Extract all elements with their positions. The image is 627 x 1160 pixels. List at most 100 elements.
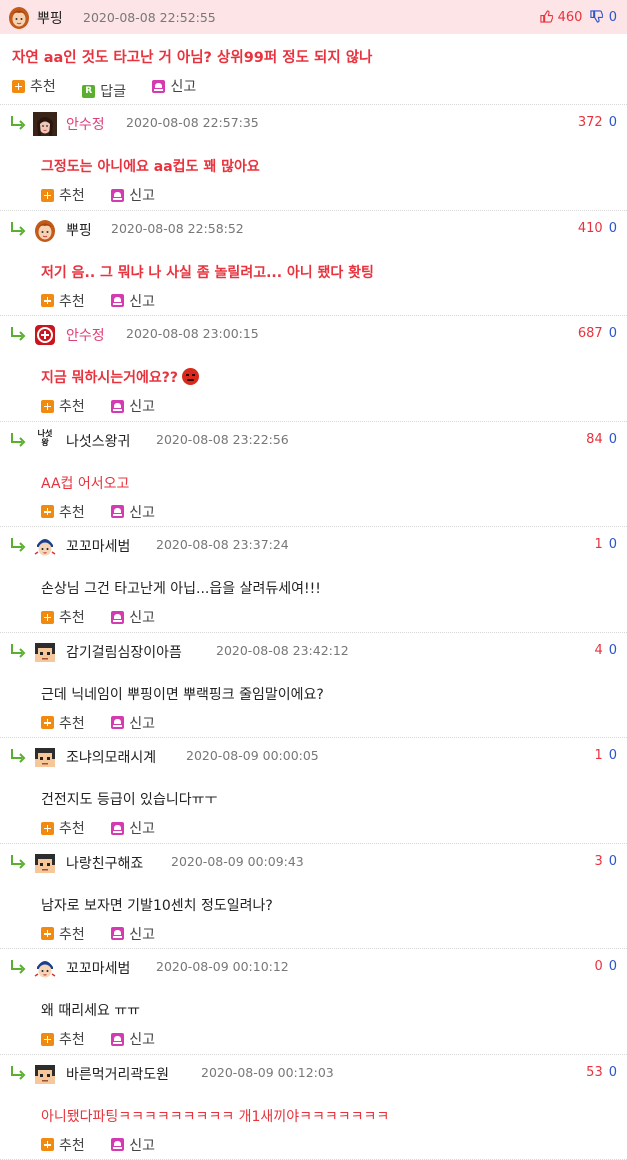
thumbs-down-icon[interactable] (590, 10, 603, 23)
report-button[interactable]: 신고 (111, 291, 155, 311)
reply-upvote-count[interactable]: 687 (578, 326, 603, 341)
reply-arrow-icon (9, 1065, 27, 1081)
plus-icon (12, 80, 25, 93)
top-downvote-count: 0 (609, 10, 617, 25)
reply-actions: 추천 신고 (41, 185, 177, 206)
report-button[interactable]: 신고 (111, 818, 155, 838)
recommend-button[interactable]: 추천 (41, 818, 85, 838)
reply-upvote-count[interactable]: 1 (594, 537, 602, 552)
plus-icon (41, 927, 54, 940)
avatar-boy-cartoon-icon (33, 956, 57, 980)
thumbs-up-icon[interactable] (540, 10, 553, 23)
reply-downvote-count[interactable]: 0 (609, 854, 617, 869)
reply-downvote-count[interactable]: 0 (609, 326, 617, 341)
reply-nickname[interactable]: 안수정 (66, 114, 105, 134)
report-button[interactable]: 신고 (111, 396, 155, 416)
reply-votes: 410 0 (578, 221, 617, 236)
report-button[interactable]: 신고 (111, 924, 155, 944)
reply-button[interactable]: R답글 (82, 81, 126, 101)
reply-date: 2020-08-09 00:12:03 (201, 1065, 334, 1080)
reply-nickname[interactable]: 뿌핑 (66, 220, 92, 240)
avatar-girl-cartoon-icon (33, 218, 57, 242)
recommend-button[interactable]: 추천 (41, 924, 85, 944)
reply-downvote-count[interactable]: 0 (609, 959, 617, 974)
recommend-button[interactable]: 추천 (41, 185, 85, 205)
reply-upvote-count[interactable]: 0 (594, 959, 602, 974)
report-label: 신고 (129, 607, 155, 627)
reply-upvote-count[interactable]: 4 (594, 643, 602, 658)
reply-nickname[interactable]: 바른먹거리곽도원 (66, 1064, 169, 1084)
reply-votes: 40 (594, 643, 617, 658)
reply-nickname[interactable]: 꼬꼬마세범 (66, 958, 130, 978)
recommend-button[interactable]: 추천 (41, 396, 85, 416)
reply-upvote-count[interactable]: 84 (586, 432, 603, 447)
reply-actions: 추천 신고 (41, 1029, 177, 1050)
report-button[interactable]: 신고 (111, 713, 155, 733)
reply-header: 꼬꼬마세범 2020-08-08 23:37:24 10 (0, 527, 627, 563)
reply-text: 왜 때리세요 ㅠㅠ (41, 1000, 140, 1020)
reply-actions: 추천 신고 (41, 291, 177, 312)
reply-downvote-count[interactable]: 0 (609, 115, 617, 130)
recommend-label: 추천 (59, 396, 85, 416)
reply-date: 2020-08-09 00:09:43 (171, 854, 304, 869)
reply-downvote-count[interactable]: 0 (609, 1065, 617, 1080)
reply-upvote-count[interactable]: 53 (586, 1065, 603, 1080)
report-button[interactable]: 신고 (111, 607, 155, 627)
angry-face-icon (182, 368, 199, 385)
recommend-button[interactable]: 추천 (41, 607, 85, 627)
report-button[interactable]: 신고 (111, 502, 155, 522)
reply-header: 조냐의모래시계 2020-08-09 00:00:05 10 (0, 738, 627, 774)
recommend-button[interactable]: 추천 (41, 1029, 85, 1049)
reply-downvote-count[interactable]: 0 (609, 221, 617, 236)
reply-nickname[interactable]: 나랑친구해죠 (66, 853, 143, 873)
reply-downvote-count[interactable]: 0 (609, 537, 617, 552)
recommend-button[interactable]: 추천 (41, 291, 85, 311)
top-nickname[interactable]: 뿌핑 (37, 8, 63, 28)
top-actions: 추천 R답글 신고 (12, 76, 218, 101)
reply-votes: 10 (594, 748, 617, 763)
reply-nickname[interactable]: 조냐의모래시계 (66, 747, 156, 767)
avatar-photo-icon (33, 112, 57, 136)
reply-upvote-count[interactable]: 3 (594, 854, 602, 869)
report-icon (111, 1033, 124, 1046)
reply-nickname[interactable]: 감기걸림심장이아픔 (66, 642, 182, 662)
plus-icon (41, 189, 54, 202)
report-button[interactable]: 신고 (111, 1135, 155, 1155)
reply-comment: 꼬꼬마세범 2020-08-08 23:37:24 10 손상님 그건 타고난게… (0, 527, 627, 633)
reply-date: 2020-08-08 23:37:24 (156, 537, 289, 552)
reply-upvote-count[interactable]: 1 (594, 748, 602, 763)
recommend-label: 추천 (59, 607, 85, 627)
plus-icon (41, 294, 54, 307)
recommend-button[interactable]: 추천 (41, 502, 85, 522)
reply-arrow-icon (9, 221, 27, 237)
reply-nickname[interactable]: 나섯스왕귀 (66, 431, 130, 451)
reply-nickname[interactable]: 꼬꼬마세범 (66, 536, 130, 556)
reply-actions: 추천 신고 (41, 1135, 177, 1156)
reply-header: 꼬꼬마세범 2020-08-09 00:10:12 00 (0, 949, 627, 985)
reply-downvote-count[interactable]: 0 (609, 643, 617, 658)
reply-upvote-count[interactable]: 372 (578, 115, 603, 130)
report-button[interactable]: 신고 (152, 76, 196, 96)
top-votes: 460 0 (540, 10, 617, 25)
top-comment-text: 자연 aa인 것도 타고난 거 아님? 상위99퍼 정도 되지 않나 (12, 46, 372, 67)
report-label: 신고 (129, 924, 155, 944)
reply-upvote-count[interactable]: 410 (578, 221, 603, 236)
reply-nickname[interactable]: 안수정 (66, 325, 105, 345)
recommend-button[interactable]: 추천 (41, 1135, 85, 1155)
recommend-button[interactable]: 추천 (12, 76, 56, 96)
reply-votes: 30 (594, 854, 617, 869)
report-label: 신고 (129, 185, 155, 205)
report-label: 신고 (129, 396, 155, 416)
avatar-pixel-man-icon (33, 745, 57, 769)
recommend-button[interactable]: 추천 (41, 713, 85, 733)
recommend-label: 추천 (59, 924, 85, 944)
plus-icon (41, 505, 54, 518)
report-button[interactable]: 신고 (111, 185, 155, 205)
reply-date: 2020-08-08 23:00:15 (126, 326, 259, 341)
report-button[interactable]: 신고 (111, 1029, 155, 1049)
reply-downvote-count[interactable]: 0 (609, 432, 617, 447)
reply-downvote-count[interactable]: 0 (609, 748, 617, 763)
reply-arrow-icon (9, 748, 27, 764)
plus-icon (41, 1033, 54, 1046)
reply-arrow-icon (9, 854, 27, 870)
